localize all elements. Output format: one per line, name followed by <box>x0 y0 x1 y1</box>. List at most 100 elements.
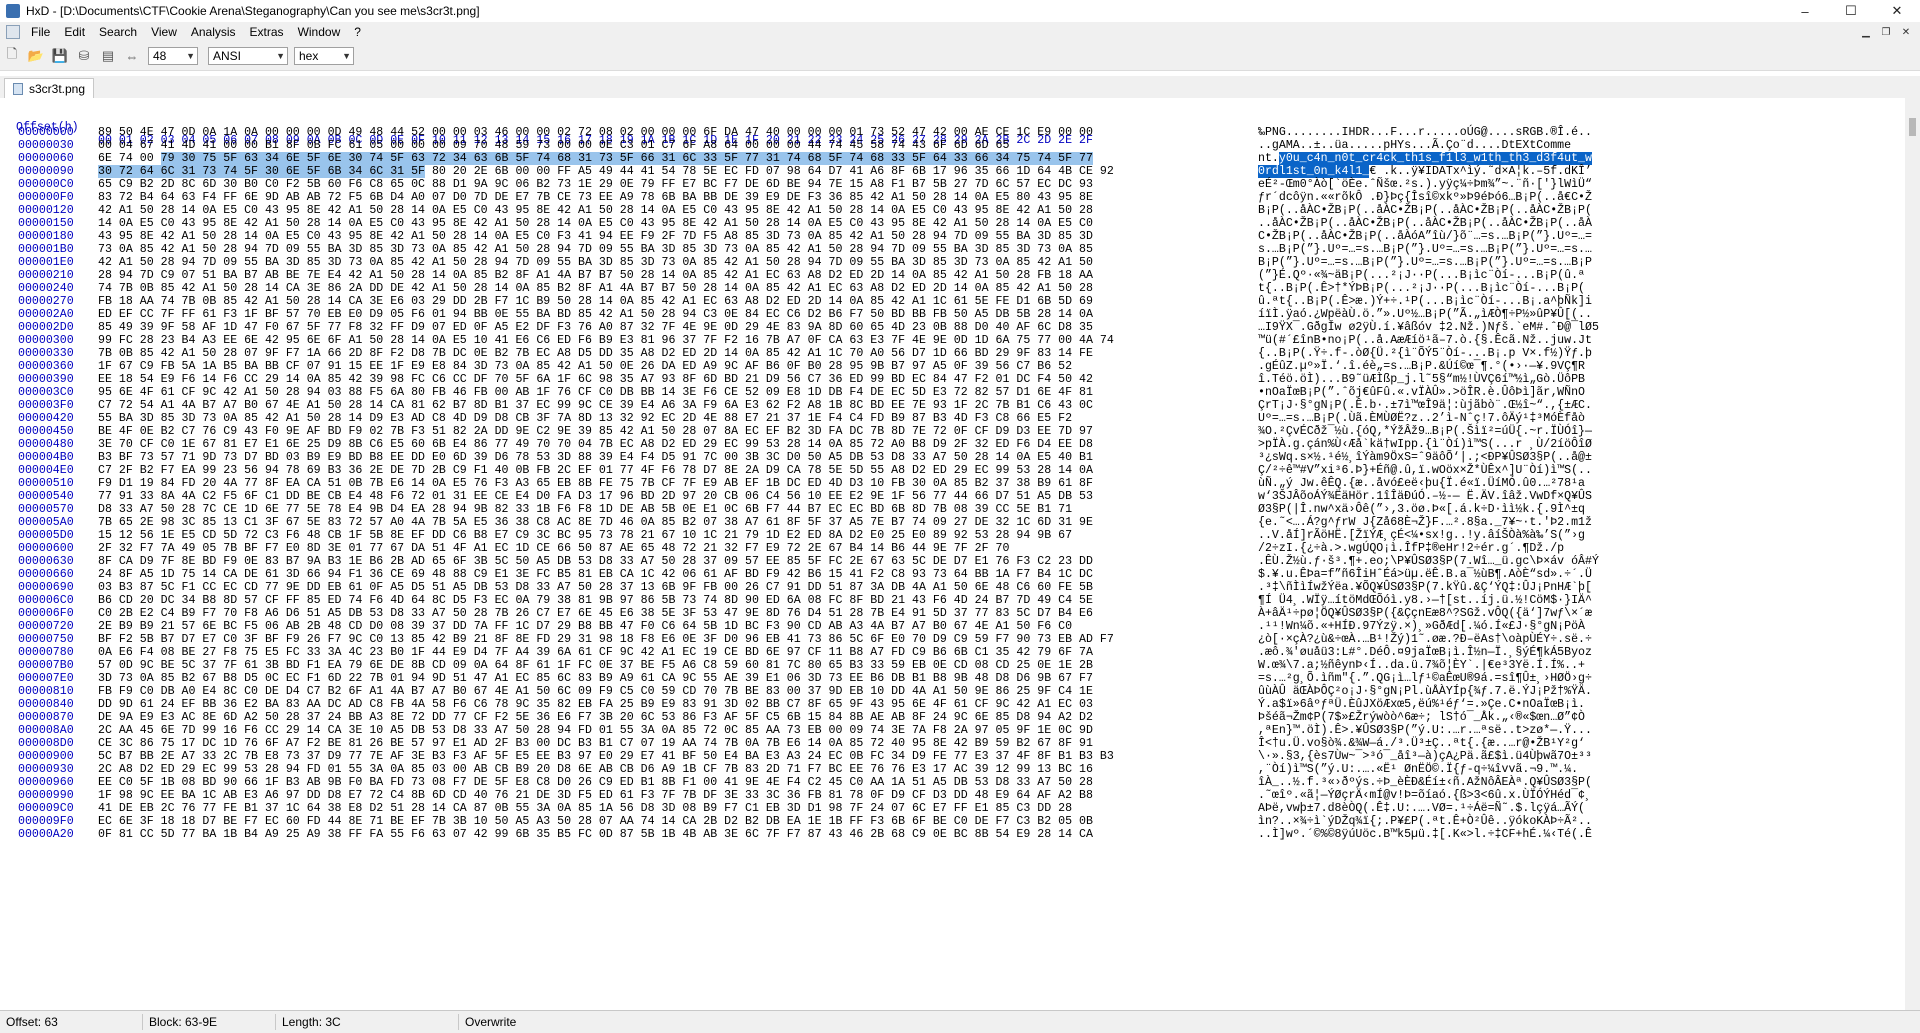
row-text[interactable]: ..Ì]wº.´©%©8ÿúUöc.B™k5µü.‡[.K«>l.÷‡CF+hÉ… <box>1258 828 1592 841</box>
row-hex-bytes[interactable]: 99 FC 28 23 B4 A3 EE 6E 42 95 6E 6F A1 5… <box>98 334 1114 347</box>
row-text[interactable]: Ý.a$ï»6âºƒªÜ.ÈûJXöÆxœ5‚ëú%¹éƒ‘=.»Çe.C•nO… <box>1258 698 1585 711</box>
row-hex-bytes[interactable]: 55 BA 3D 85 3D 73 0A 85 42 A1 50 28 14 D… <box>98 412 1072 425</box>
menu-extras[interactable]: Extras <box>243 25 291 39</box>
maximize-icon[interactable]: ☐ <box>1828 0 1874 22</box>
document-menu-icon[interactable] <box>6 25 20 39</box>
row-text[interactable]: ¾O.²ÇvÉCðž¯½ù.{óQ‚*ÝžÂž9…B¡P(.Šìï²=úÜ{.~… <box>1258 425 1592 438</box>
row-text[interactable]: s.…B¡P(”}.Uº=…=s.…B¡P(”}.Uº=…=s.…B¡P(”}.… <box>1258 243 1592 256</box>
menu-analysis[interactable]: Analysis <box>184 25 243 39</box>
row-text[interactable]: ..åÀC•ŽB¡P(..åÀC•ŽB¡P(..åÀC•ŽB¡P(..åÀC•Ž… <box>1258 217 1592 230</box>
row-hex-bytes[interactable]: C7 2F B2 F7 EA 99 23 56 94 78 69 B3 36 2… <box>98 464 1093 477</box>
row-text[interactable]: ,¨Òí)ì™S(”ý.U:.….«Ë¹ ØnËÖ©.Ï{ƒ-q÷¼îvvã.¬… <box>1258 763 1578 776</box>
menu-file[interactable]: File <box>24 25 57 39</box>
row-text[interactable]: .gÉûZ.µº»Ï.‘.î.éè„=s.…B¡P.&Úí©œ¯¶.°(•›·—… <box>1258 360 1585 373</box>
row-hex-bytes[interactable]: DE 9A E9 E3 AC 8E 6D A2 50 28 37 24 BB A… <box>98 711 1093 724</box>
row-text[interactable]: ..V.åÍ]rÃöHË.[ŽïÝÆ¸çÉ<¼•sx!g..!y.âíŠÒà%à… <box>1258 529 1585 542</box>
row-hex-bytes[interactable]: 42 A1 50 28 14 0A E5 C0 43 95 8E 42 A1 5… <box>98 204 1093 217</box>
row-hex-bytes[interactable]: D8 33 A7 50 28 7C CE 1D 6E 77 5E 78 E4 9… <box>98 503 1072 516</box>
row-text[interactable]: .¹¹!Wn¼õ.«+HÍÐ.97Ýzÿ.×)¸»GðÆd[.¼ó.Í«£J·§… <box>1258 620 1585 633</box>
row-hex-bytes[interactable]: CE 3C 86 75 17 DC 1D 76 6F A7 F2 BE 81 2… <box>98 737 1093 750</box>
row-text[interactable]: ûùÀÛ äŒÀÞÔÇ²o¡J·§°gN¡Pl.ùÅÀYÍp{¾ƒ.7.ë.ÝJ… <box>1258 685 1592 698</box>
row-hex-bytes[interactable]: C7 72 54 A1 4A B7 A7 B0 67 4E A1 50 28 1… <box>98 399 1093 412</box>
row-text[interactable]: ..gAMA..±..üa.....pHYs...Ã.Ço¨d....DtEXt… <box>1258 139 1571 152</box>
row-text[interactable]: ¶Í Ü4¸.WÏÿ…ítöMdŒÕóì.y8.›—†[st..íj.ü.½!C… <box>1258 594 1592 607</box>
row-hex-bytes[interactable]: 5C B7 BB 2E A7 33 2C 7B E8 73 37 D9 77 7… <box>98 750 1114 763</box>
row-hex-bytes[interactable]: 8F CA D9 7F 8E BD F9 0E 83 B7 9A B3 1E B… <box>98 555 1093 568</box>
menu-edit[interactable]: Edit <box>57 25 92 39</box>
row-hex-bytes[interactable]: 85 49 39 9F 58 AF 1D 47 F0 67 5F 77 F8 3… <box>98 321 1093 334</box>
row-text[interactable]: ‰PNG........IHDR...F...r.....oÚG@....sRG… <box>1258 126 1592 139</box>
vertical-scrollbar[interactable] <box>1905 98 1920 1010</box>
row-text[interactable]: >pÏÀ.g.çán%Ù‹Æå`kä†wIpp.{ì¨Òí)ì™S(...r ¸… <box>1258 438 1592 451</box>
row-hex-bytes[interactable]: EE 18 54 E9 F6 14 F6 CC 29 14 0A 85 42 3… <box>98 373 1093 386</box>
row-hex-bytes[interactable]: F9 D1 19 84 FD 20 4A 77 8F EA CA 51 0B 7… <box>98 477 1093 490</box>
row-hex-bytes[interactable]: B3 BF 73 57 71 9D 73 D7 BD 03 B9 E9 BD B… <box>98 451 1093 464</box>
row-hex-bytes[interactable]: 7B 0B 85 42 A1 50 28 07 9F F7 1A 66 2D 8… <box>98 347 1093 360</box>
row-hex-bytes[interactable]: 95 6E 4F 61 CF 9C 42 A1 50 28 94 03 88 F… <box>98 386 1093 399</box>
row-text[interactable]: À+âÄ¹÷pø¦ÖQ¥ÛSØ3§P({&ÇçnEæ8^?SGž.vÔQ({ä‘… <box>1258 607 1592 620</box>
open-disk-icon[interactable]: ⛁ <box>74 46 94 66</box>
row-text[interactable]: Þšéã¬Žm¢P(7$»£Žrýwòò^6æ÷; lS†ó¯_Åk.„‹®«$… <box>1258 711 1585 724</box>
row-hex-bytes[interactable]: EC 6E 3F 18 18 D7 BE F7 EC 60 FD 44 8E 7… <box>98 815 1093 828</box>
row-hex-bytes[interactable]: 42 A1 50 28 94 7D 09 55 BA 3D 85 3D 73 0… <box>98 256 1093 269</box>
row-text[interactable]: ,ªEn}™.öÌ).Ê>.¥ÛSØ3§P(”ý.U:.…r.…ªsë..t>z… <box>1258 724 1592 737</box>
row-hex-bytes[interactable]: 77 91 33 8A 4A C2 F5 6F C1 DD BE CB E4 4… <box>98 490 1093 503</box>
row-text[interactable]: Ø3§P(|Î.nw^xä›Ôê(”›‚3.öø.Þ«[.á.k÷D·ìì½k.… <box>1258 503 1585 516</box>
row-text[interactable]: /2÷zI.{¿÷à.>.wgÚQO¡ì.ÎfP‡®eHr!2÷ér.g´.¶D… <box>1258 542 1564 555</box>
row-hex-bytes[interactable]: 2F 32 F7 7A 49 05 7B BF F7 E0 8D 3E 01 7… <box>98 542 1009 555</box>
row-hex-bytes[interactable]: ED EF CC 7F FF 61 F3 1F BF 57 70 EB E0 D… <box>98 308 1093 321</box>
bytes-per-row-select[interactable]: 48 ▼ <box>148 47 198 65</box>
row-hex-bytes[interactable]: 1F 98 9C EE BA 1C AB E3 A6 97 DD D8 E7 7… <box>98 789 1093 802</box>
row-text[interactable]: B¡P(..åÀC•ŽB¡P(..åÀC•ŽB¡P(..åÀC•ŽB¡P(..å… <box>1258 204 1592 217</box>
row-hex-bytes[interactable]: 24 8F A5 1D 75 14 CA DE 61 3D 66 94 F1 3… <box>98 568 1093 581</box>
row-text[interactable]: w‘3ŠJÂõoÁÝ¾ËäHör.1îÎäÐúÓ.–½-— Ë.ÄV.îâž.V… <box>1258 490 1592 503</box>
row-hex-bytes[interactable]: 74 7B 0B 85 42 A1 50 28 14 CA 3E 86 2A D… <box>98 282 1093 295</box>
row-text[interactable]: ìn?..×¾÷ì`ýDŽq¾ï{;.P¥£P(.ªt.Ê+Ò²Ûê..ÿóko… <box>1258 815 1592 828</box>
row-text[interactable]: AÞë,vwþ±7.d8èÒQ(.Ê‡.U:.….VØ=.¹÷Áë=Ñ˜.$.l… <box>1258 802 1585 815</box>
menu-window[interactable]: Window <box>291 25 348 39</box>
row-text[interactable]: .˜œîº.«ã¦—ÝØçrÄ‹mÍ@v!Þ=õíaó.{ß>3<6û.x.ÙÏ… <box>1258 789 1592 802</box>
row-hex-bytes[interactable]: EE C0 5F 1B 08 BD 90 66 1F B3 AB 9B F0 B… <box>98 776 1093 789</box>
row-hex-bytes[interactable]: 30 72 64 6C 31 73 74 5F 30 6E 5F 6B 34 6… <box>98 165 1114 178</box>
tab-s3cr3t-png[interactable]: s3cr3t.png <box>4 78 95 98</box>
row-hex-bytes[interactable]: 6E 74 00 79 30 75 5F 63 34 6E 5F 6E 30 7… <box>98 152 1093 165</box>
row-hex-bytes[interactable]: C0 2B E2 C4 B9 F7 70 F8 A6 D6 51 A5 DB 5… <box>98 607 1093 620</box>
row-hex-bytes[interactable]: 41 DE EB 2C 76 77 FE B1 37 1C 64 38 E8 D… <box>98 802 1072 815</box>
save-icon[interactable]: 💾 <box>50 46 70 66</box>
row-hex-bytes[interactable]: 2E B9 B9 21 57 6E BC F5 06 AB 2B 48 CD D… <box>98 620 1072 633</box>
row-hex-bytes[interactable]: 2C AA 45 6E 7D 99 16 F6 CC 29 14 CA 3E 1… <box>98 724 1093 737</box>
row-text[interactable]: {e.˜<….Á?g^ƒrW J{Zå68È¬Ž}F.…².8§a._7¥~·t… <box>1258 516 1592 529</box>
row-text[interactable]: ÇrT¡J·§°gN¡P(.Ê.b·.±7ì™œÎ9ä¦:ùjãbò¨.Œ½î~… <box>1258 399 1592 412</box>
mdi-minimize-icon[interactable]: ▁ <box>1858 24 1874 40</box>
row-hex-bytes[interactable]: FB F9 C0 DB A0 E4 8C C0 DE D4 C7 B2 6F A… <box>98 685 1093 698</box>
row-text[interactable]: B¡P(”}.Uº=…=s.…B¡P(”}.Uº=…=s.…B¡P(”}.Uº=… <box>1258 256 1592 269</box>
row-text[interactable]: eÉ²-Œm0°Àò[`öÈe.ˆÑšœ.²s.).yÿç¼÷Þm¾”~.¨ñ·… <box>1258 178 1592 191</box>
menu-search[interactable]: Search <box>92 25 144 39</box>
row-hex-bytes[interactable]: 83 72 B4 64 63 F4 FF 6E 9D AB AB 72 F5 6… <box>98 191 1093 204</box>
row-text[interactable]: .ÊÙ.Ž½ù.ƒ·š³.¶+.eo;\P¥ÛSØ3§P(7.Wî…_ü.gc\… <box>1258 555 1599 568</box>
row-hex-bytes[interactable]: 57 0D 9C BE 5C 37 7F 61 3B BD F1 EA 79 6… <box>98 659 1093 672</box>
row-hex-bytes[interactable]: 7B 65 2E 98 3C 85 13 C1 3F 67 5E 83 72 5… <box>98 516 1093 529</box>
row-text[interactable]: •nOaÏœB¡P(”.ˆõj€ûFû.«.vÏÀÛ».>öÎR.è.ÛôÞì]… <box>1258 386 1585 399</box>
row-text[interactable]: î.Téö.öÌ)...B9˜üÆÌßp_j.l˜5§“m½!ÙVÇ6í™½ì„… <box>1258 373 1585 386</box>
row-text[interactable]: û.ªt{..B¡P(.Ê>æ.)Ý+÷.¹P(...B¡ìc¨Òí-...B¡… <box>1258 295 1592 308</box>
row-text[interactable]: Uº=…=s.…B¡P(.Ùã.ÈMÙØË?z..2’ì-Nˆç!7.ôÄý¹‡… <box>1258 412 1585 425</box>
row-hex-bytes[interactable]: 3D 73 0A 85 B2 67 B8 D5 0C EC F1 6D 22 7… <box>98 672 1093 685</box>
row-text[interactable]: 0rdl1st_0n_k4l1_€ .k..ÿ¥IDATx^ìý.˜d×A¦k.… <box>1258 165 1592 178</box>
menu-view[interactable]: View <box>144 25 184 39</box>
row-text[interactable]: nt.y0u_c4n_n0t_cr4ck_th1s_f1l3_w1th_th3_… <box>1258 152 1592 165</box>
row-text[interactable]: ƒr´dcôÿn.««rõkÔ .Ð}Þç{Îsî©xkº»Þ9éÞó6…B¡P… <box>1258 191 1592 204</box>
row-hex-bytes[interactable]: 15 12 56 1E E5 CD 5D 72 C3 F6 48 CB 1F 5… <box>98 529 1072 542</box>
row-hex-bytes[interactable]: 65 C9 B2 2D 8C 6D 30 B0 C0 F2 5B 60 F6 C… <box>98 178 1093 191</box>
row-text[interactable]: ùÑ.„ý Jw.êÊQ.{æ..åvó£eë‹þu{Ï.é«ï.ÜíMÓ.û0… <box>1258 477 1585 490</box>
row-hex-bytes[interactable]: BE 4F 0E B2 C7 76 C9 43 F0 9E AF BD F9 0… <box>98 425 1093 438</box>
row-hex-bytes[interactable]: 89 50 4E 47 0D 0A 1A 0A 00 00 00 0D 49 4… <box>98 126 1093 139</box>
row-hex-bytes[interactable]: 43 95 8E 42 A1 50 28 14 0A E5 C0 43 95 8… <box>98 230 1093 243</box>
row-text[interactable]: …I9ŸX¯.GðgǏw ø2ÿÙ.í.¥âßóv ‡2.Nž.)Nƒš.`eM… <box>1258 321 1599 334</box>
row-hex-bytes[interactable]: 0F 81 CC 5D 77 BA 1B B4 A9 25 A9 38 FF F… <box>98 828 1093 841</box>
row-hex-bytes[interactable]: 03 B3 87 5C F1 CC EC CD 77 9E DD EB 61 0… <box>98 581 1093 594</box>
row-text[interactable]: {..B¡P(.Ÿ÷.f-.òØ{Ü.²{ì¨ÕÝ5¨Òí-...B¡.p V×… <box>1258 347 1592 360</box>
row-text[interactable]: îÀ_..½.f.³«›ðºýs.÷Þ_èÈÐ&Éí±‹ñ.AžNôÂEÀª.Q… <box>1258 776 1592 789</box>
open-memory-icon[interactable]: ▤ <box>98 46 118 66</box>
minimize-icon[interactable]: – <box>1782 0 1828 22</box>
